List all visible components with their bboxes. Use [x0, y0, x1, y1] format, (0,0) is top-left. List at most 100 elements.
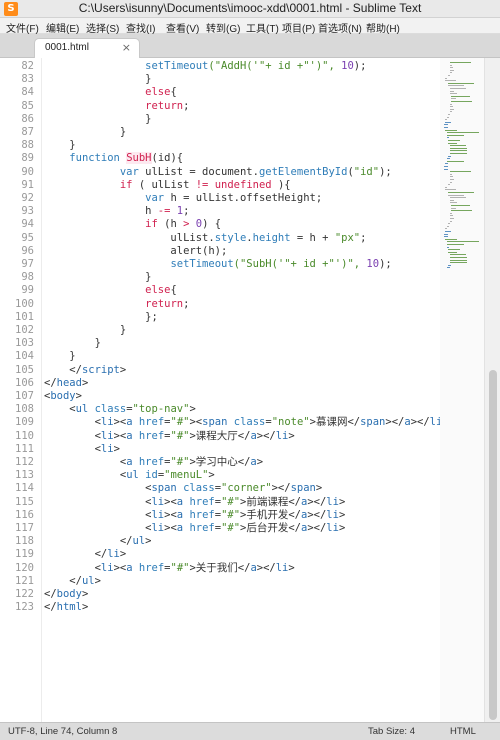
minimap-line: [445, 121, 451, 123]
menu-goto[interactable]: 转到(G): [206, 20, 240, 35]
code-token: ;: [183, 99, 190, 112]
line-number: 92: [21, 192, 34, 204]
minimap-line: [449, 93, 457, 95]
menu-find[interactable]: 查找(I): [126, 20, 155, 35]
minimap-line: [446, 160, 465, 162]
code-token: 10: [366, 258, 380, 270]
syntax-selector[interactable]: HTML: [450, 726, 476, 737]
code-token: ><: [113, 561, 127, 574]
file-tab[interactable]: 0001.html ×: [34, 38, 140, 58]
minimap-line: [449, 173, 452, 175]
line-number: 91: [21, 178, 34, 191]
tab-size-selector[interactable]: Tab Size: 4: [368, 726, 415, 737]
minimap-line: [446, 246, 450, 248]
editor-area[interactable]: 82 83 84 85 86 87 88 89 90 91 92 93 94 95 96 97 98 99 100 1…: [0, 58, 500, 722]
line-number: 117: [15, 522, 34, 534]
code-token: span: [290, 482, 316, 495]
code-token: !=: [195, 178, 209, 191]
vertical-scrollbar[interactable]: [484, 58, 500, 722]
code-line: setTimeout("AddH('"+ id +"')", 10);: [44, 60, 366, 73]
window-title: C:\Users\isunny\Documents\imooc-xdd\0001…: [78, 1, 422, 15]
line-number: 103: [15, 337, 34, 350]
code-token: >: [145, 535, 152, 548]
minimap-line: [449, 103, 452, 105]
code-token: "#": [170, 456, 190, 468]
minimap-line: [449, 153, 467, 154]
minimap-line: [451, 205, 470, 206]
code-token: >关于我们</: [189, 561, 251, 574]
minimap[interactable]: [440, 58, 484, 722]
minimap-line: [449, 199, 454, 201]
code-token: body: [50, 390, 76, 402]
code-token: </: [44, 601, 57, 614]
code-line: };: [44, 311, 158, 324]
line-number: 90: [21, 165, 34, 178]
code-token: >手机开发</: [240, 508, 301, 521]
code-token: class: [183, 482, 215, 495]
minimap-line: [445, 129, 458, 131]
code-token: ></: [307, 495, 327, 508]
menu-selection[interactable]: 选择(S): [86, 20, 119, 35]
code-token: h = ulList.offsetHeight;: [164, 192, 323, 204]
code-token: >: [113, 442, 120, 455]
code-token: ></: [256, 429, 276, 442]
line-number: 121: [15, 574, 34, 587]
tab-bar: 0001.html ×: [0, 34, 500, 58]
menu-view[interactable]: 查看(V): [166, 20, 199, 35]
menu-preferences[interactable]: 首选项(N): [318, 20, 362, 35]
line-number: 113: [15, 469, 34, 482]
code-token: >: [94, 574, 101, 587]
line-number: 83: [21, 73, 34, 86]
minimap-line: [451, 95, 470, 97]
code-token: {: [170, 284, 177, 297]
minimap-line: [446, 116, 449, 118]
minimap-line: [446, 158, 450, 160]
code-token: }: [44, 271, 152, 284]
code-token: </: [44, 376, 57, 389]
line-number: 89: [21, 152, 34, 165]
code-token: ("SubH('"+ id +"')",: [233, 258, 367, 270]
code-view[interactable]: setTimeout("AddH('"+ id +"')", 10); } el…: [44, 58, 440, 722]
code-token: }: [44, 350, 76, 363]
code-token: </: [44, 588, 57, 600]
menu-help[interactable]: 帮助(H): [366, 20, 400, 35]
minimap-line: [445, 238, 458, 240]
line-number: 98: [21, 271, 34, 284]
minimap-line: [451, 101, 472, 102]
code-token: href: [138, 416, 165, 429]
code-token: undefined: [214, 178, 272, 191]
line-number: 105: [15, 363, 34, 376]
code-token: <: [44, 508, 152, 521]
line-number: 109: [15, 416, 34, 429]
code-token: }: [44, 73, 152, 86]
menu-file[interactable]: 文件(F): [6, 20, 39, 35]
scrollbar-thumb[interactable]: [489, 370, 497, 720]
menu-tools[interactable]: 工具(T): [246, 20, 279, 35]
code-token: >慕课网</: [309, 416, 361, 429]
minimap-line: [449, 179, 454, 180]
line-number: 116: [15, 508, 34, 521]
minimap-line: [451, 210, 472, 212]
code-token: <: [44, 482, 152, 495]
minimap-line: [445, 163, 449, 165]
code-line: }: [44, 324, 126, 337]
minimap-line: [448, 142, 458, 144]
line-number: 101: [15, 310, 34, 323]
code-token: li: [275, 561, 289, 574]
code-token: (id){: [151, 152, 184, 165]
code-token: </: [44, 574, 82, 587]
line-number: 93: [21, 205, 34, 218]
code-token: getElementById: [258, 165, 348, 178]
line-number: 100: [15, 297, 34, 310]
code-token: }: [44, 324, 127, 336]
code-token: = h +: [290, 231, 335, 244]
minimap-line: [449, 145, 467, 147]
menu-project[interactable]: 项目(P): [282, 20, 315, 35]
minimap-line: [444, 236, 448, 238]
code-line: ulList.style.height = h + "px";: [44, 232, 366, 245]
menu-edit[interactable]: 编辑(E): [46, 20, 79, 35]
close-icon[interactable]: ×: [122, 41, 131, 54]
